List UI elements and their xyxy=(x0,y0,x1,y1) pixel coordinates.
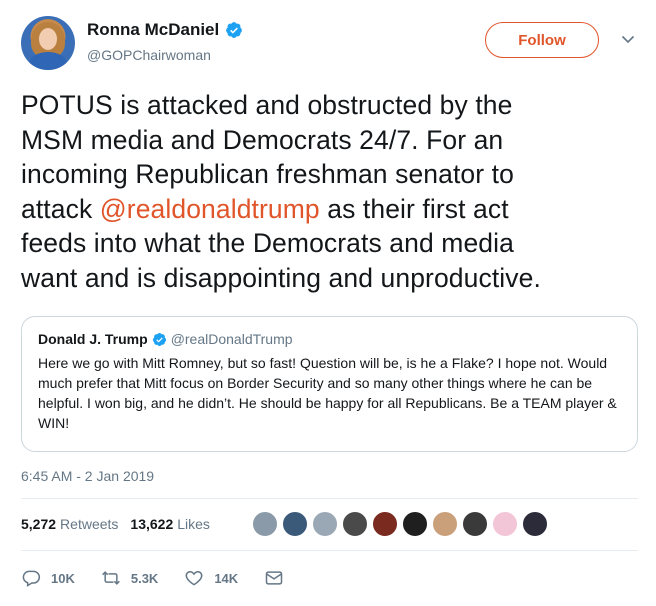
tweet-text: POTUS is attacked and obstructed by the … xyxy=(21,88,636,295)
chevron-down-icon[interactable] xyxy=(621,32,635,46)
quoted-display-name: Donald J. Trump xyxy=(38,331,148,347)
author-handle[interactable]: @GOPChairwoman xyxy=(87,47,211,63)
liker-avatar[interactable] xyxy=(522,511,548,537)
retweets-label[interactable]: Retweets xyxy=(60,516,118,532)
reply-icon xyxy=(22,570,41,587)
mention-link[interactable]: @realdonaldtrump xyxy=(100,194,320,224)
like-count: 14K xyxy=(214,570,239,586)
envelope-icon xyxy=(265,571,283,585)
liker-avatar[interactable] xyxy=(312,511,338,537)
liker-avatar[interactable] xyxy=(402,511,428,537)
follow-button[interactable]: Follow xyxy=(485,22,599,58)
tweet-text-line: incoming Republican freshman senator to xyxy=(21,159,514,189)
like-button[interactable]: 14K xyxy=(184,568,238,588)
retweet-button[interactable]: 5.3K xyxy=(101,568,158,588)
liker-avatar[interactable] xyxy=(252,511,278,537)
divider xyxy=(21,550,638,551)
tweet-text-line: MSM media and Democrats 24/7. For an xyxy=(21,124,504,155)
author-avatar[interactable] xyxy=(21,16,75,70)
tweet-text-segment: attack xyxy=(21,193,100,224)
liker-avatar[interactable] xyxy=(432,511,458,537)
quoted-tweet-card[interactable]: Donald J. Trump @realDonaldTrump Here we… xyxy=(21,316,638,452)
author-name-row: Ronna McDaniel xyxy=(87,20,243,40)
tweet-timestamp[interactable]: 6:45 AM - 2 Jan 2019 xyxy=(21,468,154,484)
liker-avatar[interactable] xyxy=(492,511,518,537)
quoted-handle: @realDonaldTrump xyxy=(170,331,293,347)
reply-count: 10K xyxy=(51,570,75,586)
liker-avatar[interactable] xyxy=(342,511,368,537)
tweet-actions: 10K 5.3K 14K xyxy=(21,566,310,590)
heart-icon xyxy=(185,570,203,586)
retweet-icon xyxy=(101,571,120,585)
direct-message-button[interactable] xyxy=(264,568,284,588)
tweet-header: Ronna McDaniel @GOPChairwoman Follow xyxy=(21,14,641,74)
retweets-count[interactable]: 5,272 xyxy=(21,516,56,532)
liker-avatars xyxy=(252,511,552,537)
tweet-text-line: want and is disappointing and unproducti… xyxy=(21,262,541,293)
reply-button[interactable]: 10K xyxy=(21,568,75,588)
quoted-tweet-header: Donald J. Trump @realDonaldTrump xyxy=(38,329,621,349)
tweet-text-line: attack @realdonaldtrump as their first a… xyxy=(21,192,636,227)
liker-avatar[interactable] xyxy=(372,511,398,537)
likes-label[interactable]: Likes xyxy=(177,516,210,532)
tweet-text-line: POTUS is attacked and obstructed by the xyxy=(21,90,513,120)
liker-avatar[interactable] xyxy=(282,511,308,537)
verified-badge-icon xyxy=(226,22,243,38)
verified-badge-icon xyxy=(152,332,166,346)
tweet-text-segment: as their first act xyxy=(319,193,509,224)
engagement-stats: 5,272 Retweets 13,622 Likes xyxy=(21,512,222,536)
retweet-count: 5.3K xyxy=(130,570,159,586)
liker-avatar[interactable] xyxy=(462,511,488,537)
divider xyxy=(21,498,638,499)
quoted-tweet-text: Here we go with Mitt Romney, but so fast… xyxy=(38,355,617,431)
author-display-name[interactable]: Ronna McDaniel xyxy=(87,20,219,40)
tweet-text-line: feeds into what the Democrats and media xyxy=(21,228,514,258)
likes-count[interactable]: 13,622 xyxy=(130,516,173,532)
